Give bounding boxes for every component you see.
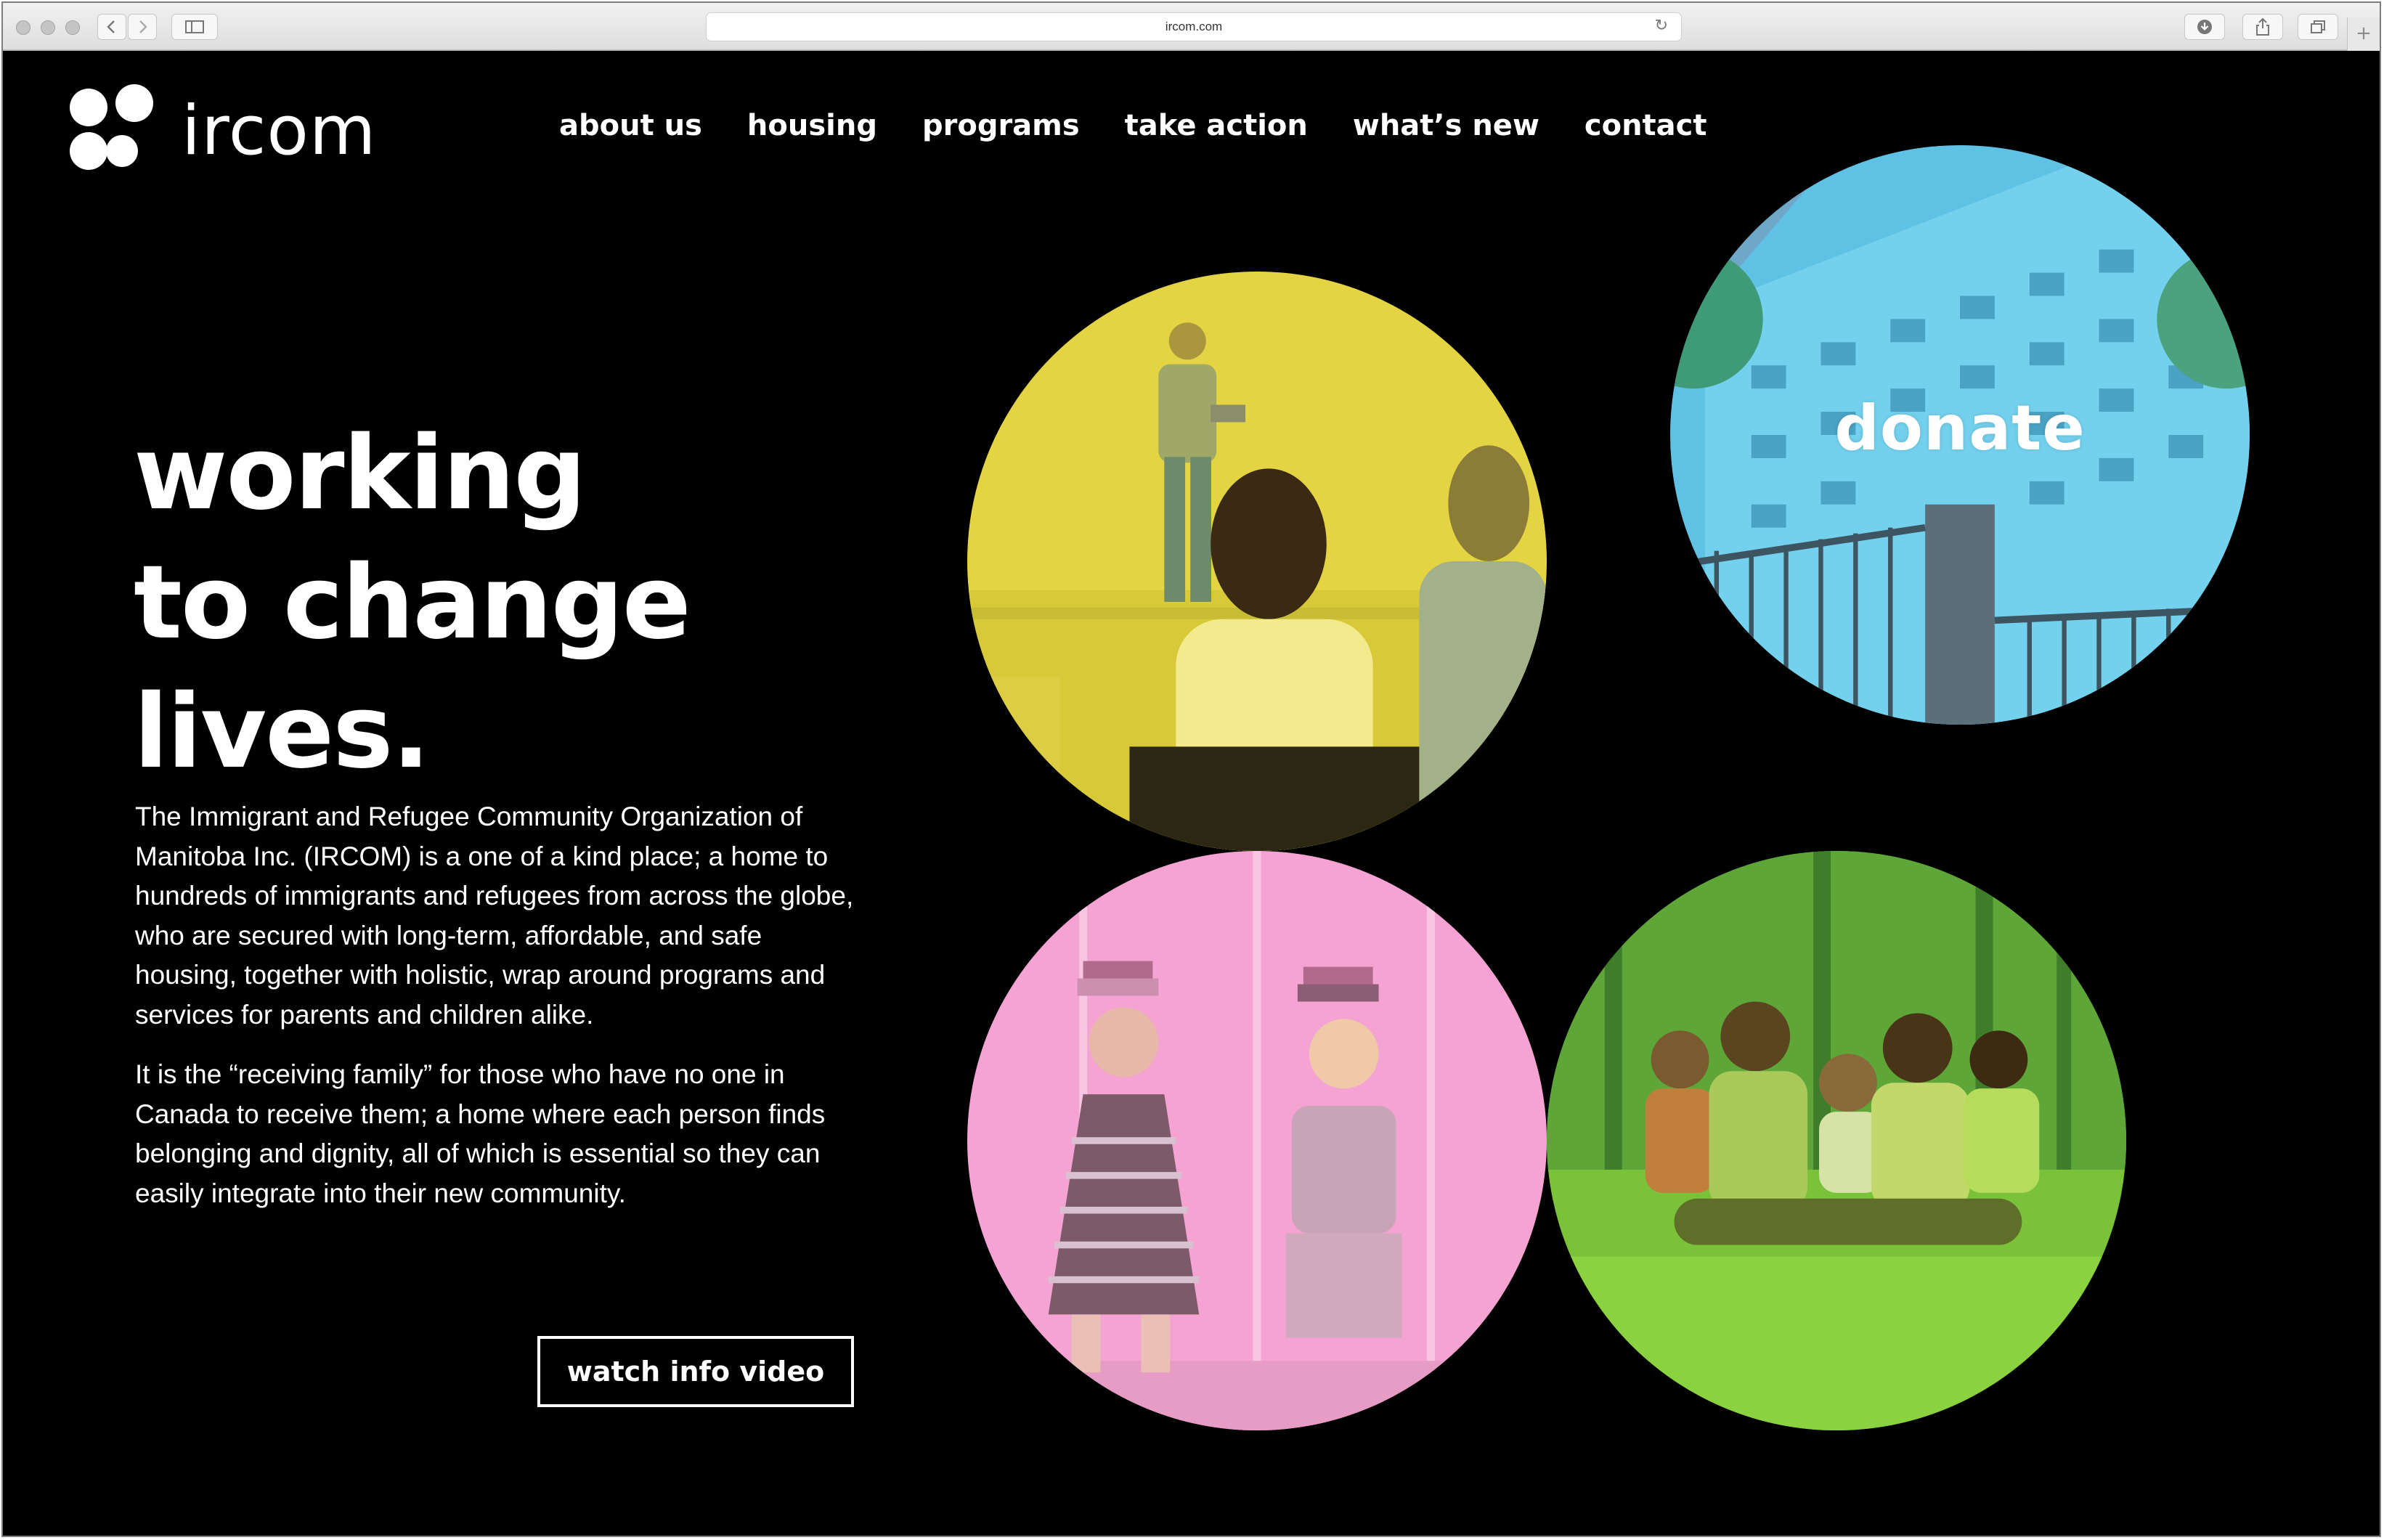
back-button[interactable] xyxy=(97,14,126,40)
close-window-button[interactable] xyxy=(16,20,30,35)
zoom-window-button[interactable] xyxy=(65,20,80,35)
intro-paragraph-2: It is the “receiving family” for those w… xyxy=(135,1059,826,1208)
share-icon xyxy=(2256,17,2269,36)
forward-button[interactable] xyxy=(128,14,157,40)
headline-line: lives. xyxy=(134,672,431,791)
children-reading-photo xyxy=(967,851,1547,1430)
chevron-right-icon xyxy=(139,20,147,33)
intro-text: The Immigrant and Refugee Community Orga… xyxy=(135,797,868,1234)
address-bar[interactable]: ircom.com ↻ xyxy=(706,12,1682,41)
tab-overview-button[interactable] xyxy=(2298,14,2338,40)
browser-window: ircom.com ↻ + ircom about us housing pro… xyxy=(1,1,2381,1537)
url-text: ircom.com xyxy=(1165,20,1223,33)
family-photo-tile[interactable] xyxy=(1547,851,2126,1430)
donate-tile[interactable]: donate xyxy=(1670,145,2250,725)
headline-line: working xyxy=(134,414,587,533)
site-logo-wordmark: ircom xyxy=(182,91,377,171)
tabs-icon xyxy=(2311,20,2325,33)
intro-paragraph-1: The Immigrant and Refugee Community Orga… xyxy=(135,802,854,1030)
ircom-logo-mark xyxy=(70,84,153,170)
nav-programs[interactable]: programs xyxy=(922,109,1080,142)
family-outdoors-photo xyxy=(1547,851,2126,1430)
nav-take-action[interactable]: take action xyxy=(1125,109,1308,142)
chevron-left-icon xyxy=(107,20,115,33)
watch-info-video-button[interactable]: watch info video xyxy=(537,1336,854,1407)
downloads-button[interactable] xyxy=(2184,14,2225,40)
share-button[interactable] xyxy=(2242,14,2283,40)
sidebar-icon xyxy=(185,20,204,33)
headline-line: to change xyxy=(134,543,691,662)
nav-housing[interactable]: housing xyxy=(747,109,877,142)
reload-icon[interactable]: ↻ xyxy=(1655,17,1668,35)
browser-toolbar: ircom.com ↻ + xyxy=(3,3,2380,51)
nav-contact[interactable]: contact xyxy=(1584,109,1707,142)
nav-whats-new[interactable]: what’s new xyxy=(1353,109,1539,142)
nav-about-us[interactable]: about us xyxy=(559,109,702,142)
site-logo[interactable]: ircom xyxy=(68,84,381,171)
new-tab-button[interactable]: + xyxy=(2347,17,2380,51)
children-photo-tile[interactable] xyxy=(967,851,1547,1430)
classroom-photo xyxy=(967,272,1547,851)
programs-photo-tile[interactable] xyxy=(967,272,1547,851)
download-icon xyxy=(2197,20,2212,34)
minimize-window-button[interactable] xyxy=(41,20,55,35)
hero-headline: working to change lives. xyxy=(134,410,932,797)
main-navigation: about us housing programs take action wh… xyxy=(559,109,1707,142)
donate-label: donate xyxy=(1834,392,2086,465)
sidebar-toggle-button[interactable] xyxy=(171,14,218,40)
ircom-homepage: ircom about us housing programs take act… xyxy=(3,51,2380,1536)
screenshot-frame: ircom.com ↻ + ircom about us housing pro… xyxy=(0,0,2384,1540)
